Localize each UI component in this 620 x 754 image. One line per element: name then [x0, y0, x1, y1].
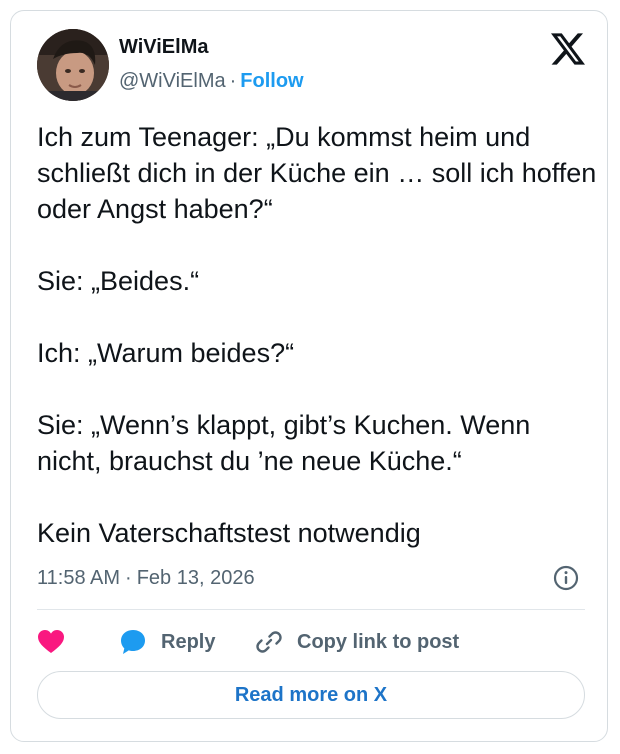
link-icon — [256, 631, 282, 653]
author-name[interactable]: WiViElMa — [119, 36, 208, 59]
tweet-text: Ich zum Teenager: „Du kommst heim und sc… — [37, 122, 597, 548]
follow-button[interactable]: Follow — [240, 70, 303, 92]
copy-link-button[interactable]: Copy link to post — [255, 625, 459, 659]
like-button[interactable] — [37, 625, 65, 659]
action-bar: Reply Copy link to post — [37, 625, 585, 659]
author-handle[interactable]: @WiViElMa — [119, 70, 226, 92]
author-handle-row: @WiViElMa · Follow — [119, 70, 304, 93]
tweet-timestamp[interactable]: 11:58 AM · Feb 13, 2026 — [37, 567, 255, 590]
timestamp-separator: · — [125, 567, 132, 589]
copy-link-label: Copy link to post — [297, 630, 460, 653]
speech-bubble-icon — [121, 630, 145, 654]
reply-button[interactable]: Reply — [119, 625, 215, 659]
read-more-button[interactable]: Read more on X — [37, 671, 585, 719]
reply-label: Reply — [161, 630, 216, 653]
tweet-date: Feb 13, 2026 — [136, 567, 255, 589]
divider — [37, 609, 585, 610]
avatar[interactable] — [37, 29, 109, 101]
tweet-card: WiViElMa @WiViElMa · Follow Ich zum Teenag… — [10, 10, 608, 742]
x-logo-icon[interactable] — [551, 33, 585, 65]
handle-separator: · — [229, 70, 237, 92]
heart-icon — [38, 630, 64, 653]
info-icon[interactable] — [553, 565, 579, 591]
tweet-time: 11:58 AM — [37, 567, 121, 589]
avatar-photo — [37, 29, 109, 101]
